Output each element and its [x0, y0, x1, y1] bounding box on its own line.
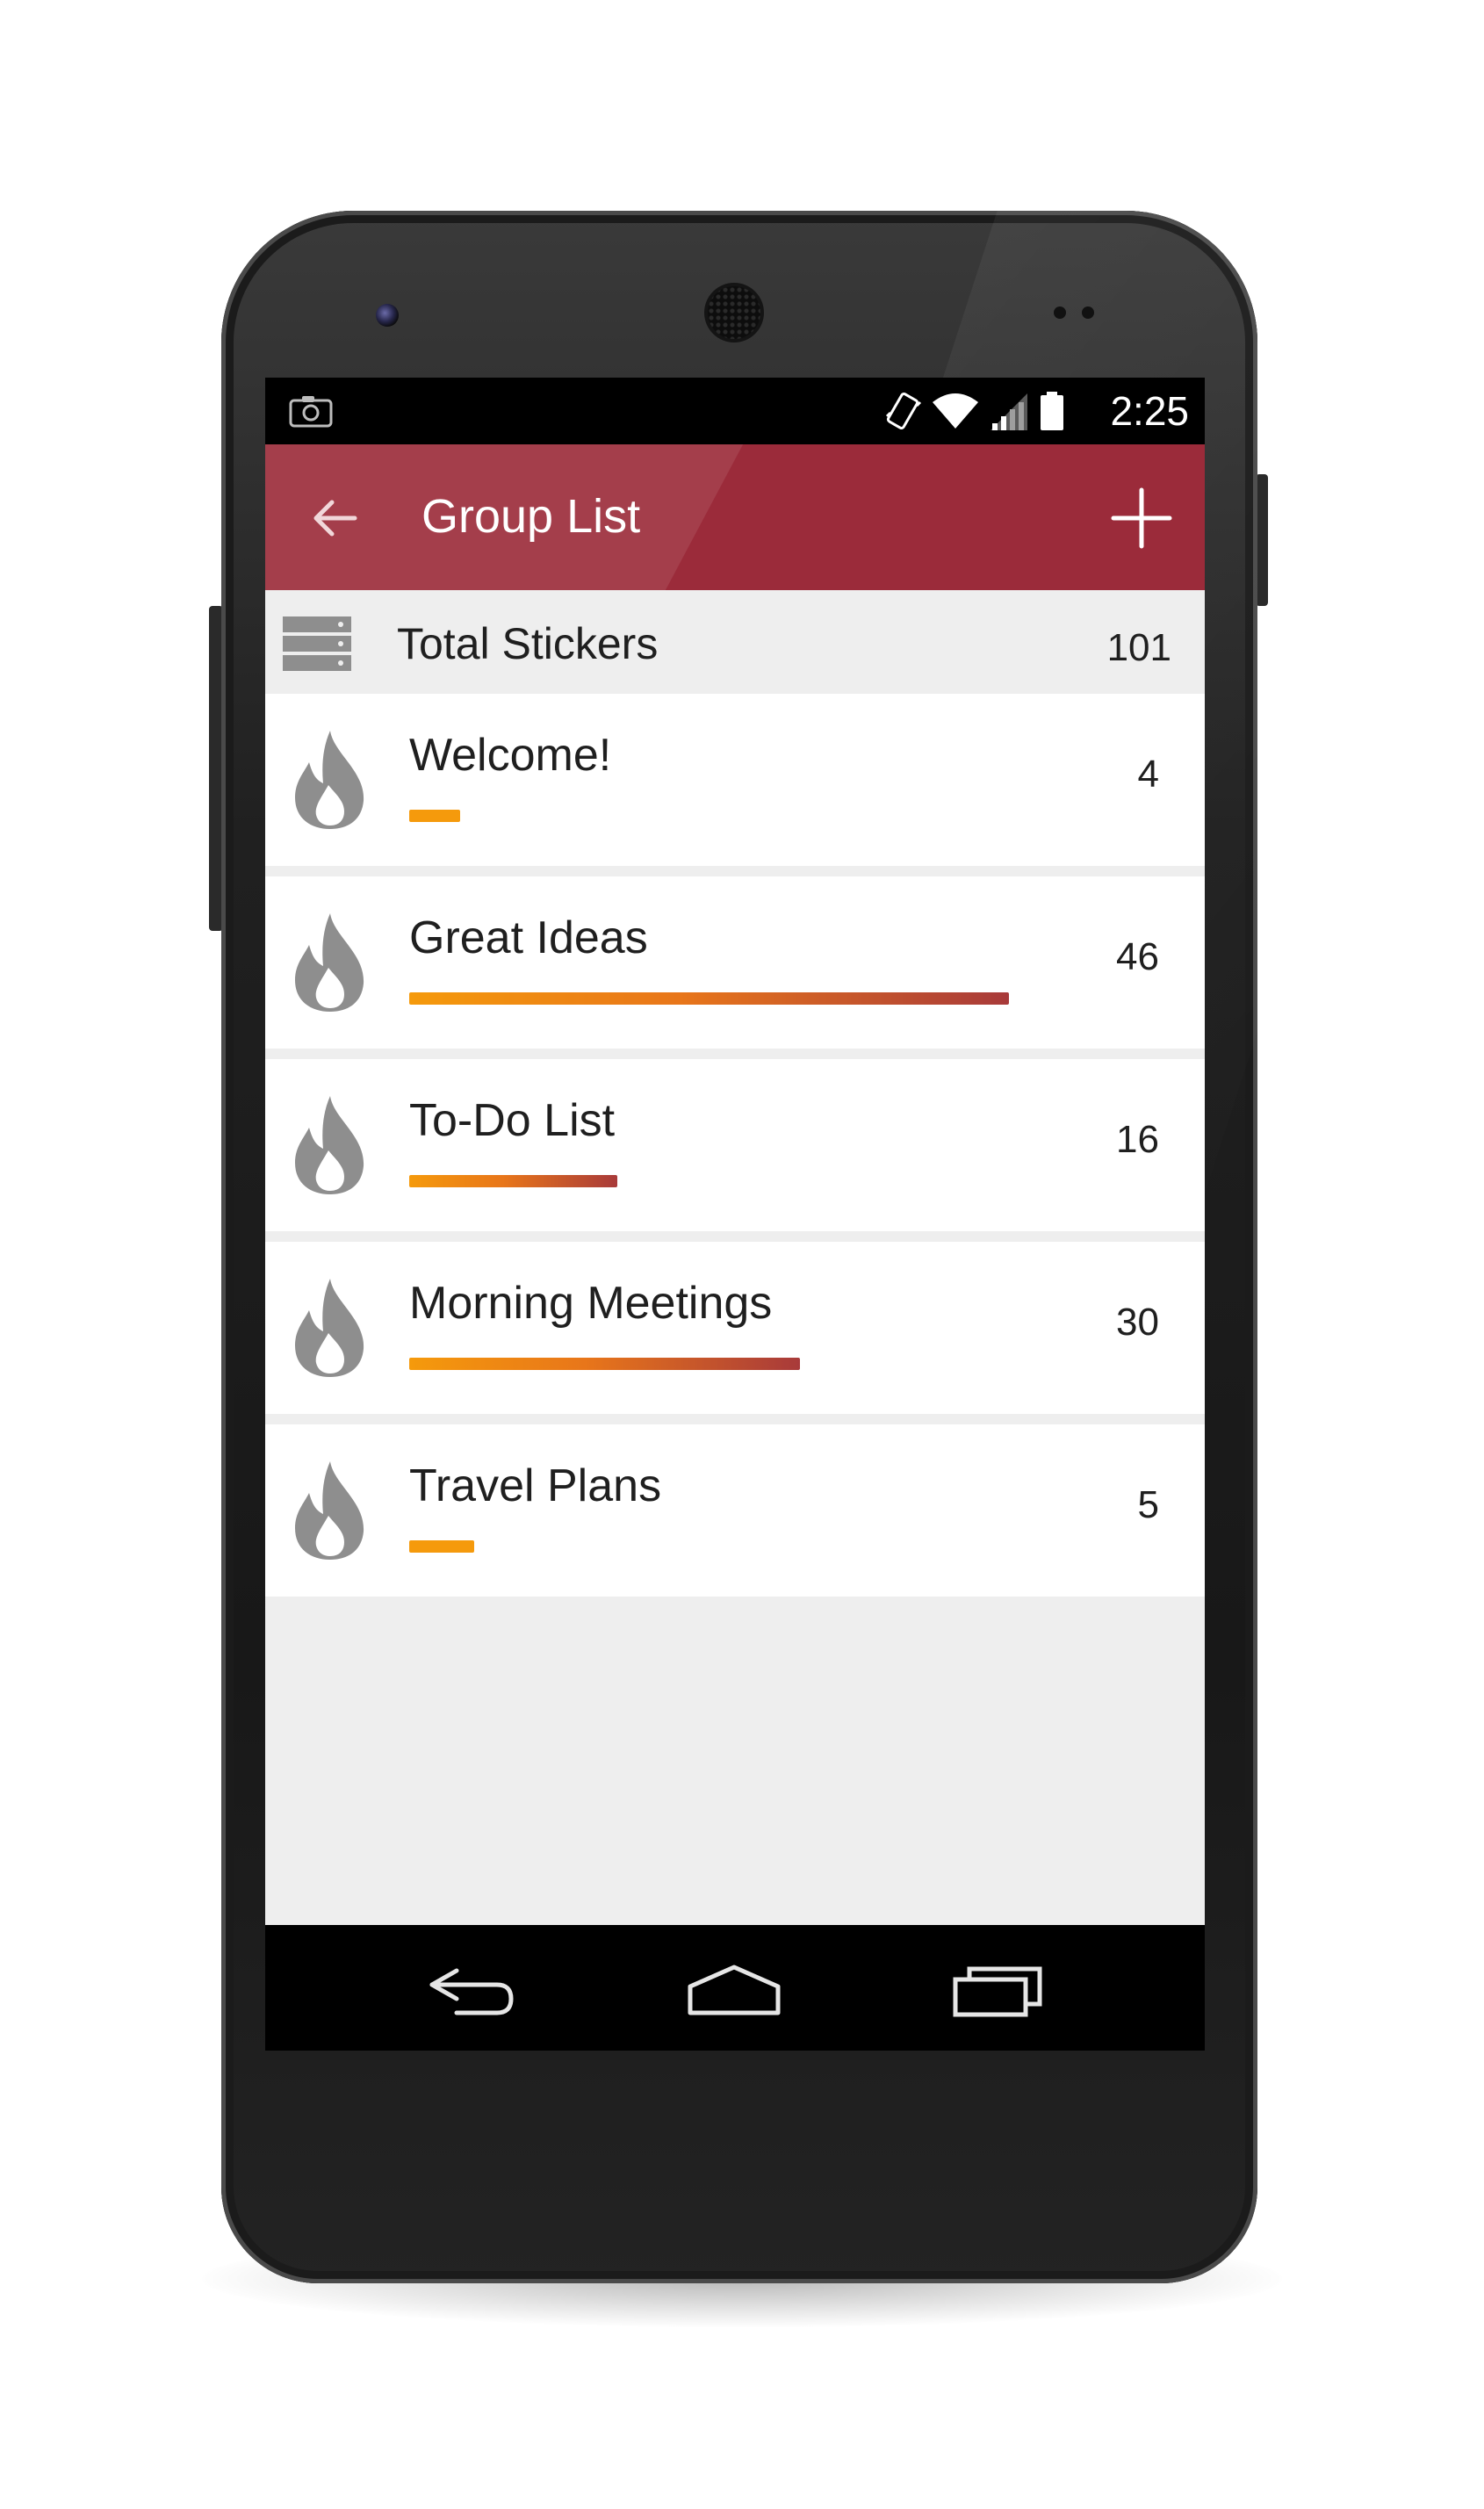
progress-bar: [409, 1540, 474, 1553]
nav-recents-icon[interactable]: [952, 1958, 1043, 2020]
arrow-left-icon[interactable]: [311, 494, 360, 543]
screenshot-icon: [289, 396, 333, 428]
progress-bar: [409, 1175, 617, 1187]
list-item[interactable]: Morning Meetings 30: [265, 1242, 1205, 1414]
power-button: [1256, 474, 1268, 606]
group-name: To-Do List: [409, 1095, 616, 1146]
phone-screen: 2:25 Group List Total Stickers 101 Welco…: [265, 378, 1205, 2051]
flame-icon: [295, 913, 364, 1012]
group-count: 4: [1137, 753, 1159, 796]
status-icons: [883, 390, 1066, 432]
group-count: 16: [1116, 1118, 1159, 1161]
status-time: 2:25: [1110, 388, 1189, 434]
vibrate-icon: [885, 393, 922, 429]
total-stickers-label: Total Stickers: [397, 619, 659, 668]
plus-icon[interactable]: [1108, 485, 1175, 552]
flame-icon: [295, 1279, 364, 1377]
group-name: Welcome!: [409, 730, 612, 781]
light-sensor: [1082, 306, 1094, 319]
group-name: Morning Meetings: [409, 1278, 773, 1329]
group-name: Travel Plans: [409, 1460, 662, 1511]
list-item[interactable]: Welcome! 4: [265, 694, 1205, 866]
navigation-bar: [265, 1925, 1205, 2051]
front-camera: [376, 304, 399, 327]
battery-icon: [1041, 392, 1063, 430]
group-count: 5: [1137, 1483, 1159, 1526]
app-bar: Group List: [265, 444, 1205, 590]
flame-icon: [295, 1096, 364, 1194]
proximity-sensor: [1054, 306, 1066, 319]
flame-icon: [295, 731, 364, 829]
list-item[interactable]: Travel Plans 5: [265, 1424, 1205, 1597]
group-list: Welcome! 4 Great Ideas 46 To-Do List 16 …: [265, 694, 1205, 1607]
group-count: 30: [1116, 1301, 1159, 1344]
page-title: Group List: [421, 490, 641, 543]
group-name: Great Ideas: [409, 912, 648, 963]
nav-home-icon[interactable]: [685, 1958, 783, 2020]
total-stickers-row: Total Stickers 101: [265, 590, 1205, 694]
total-stickers-count: 101: [1106, 626, 1171, 669]
earpiece-speaker: [708, 286, 760, 339]
signal-icon: [991, 393, 1027, 430]
wifi-icon: [933, 393, 978, 429]
nav-back-icon[interactable]: [425, 1958, 516, 2020]
flame-icon: [295, 1461, 364, 1560]
group-count: 46: [1116, 935, 1159, 978]
database-icon: [283, 616, 351, 671]
progress-bar: [409, 992, 1009, 1005]
progress-bar: [409, 810, 460, 822]
status-bar: 2:25: [265, 378, 1205, 444]
list-item[interactable]: Great Ideas 46: [265, 876, 1205, 1049]
list-item[interactable]: To-Do List 16: [265, 1059, 1205, 1231]
progress-bar: [409, 1358, 800, 1370]
